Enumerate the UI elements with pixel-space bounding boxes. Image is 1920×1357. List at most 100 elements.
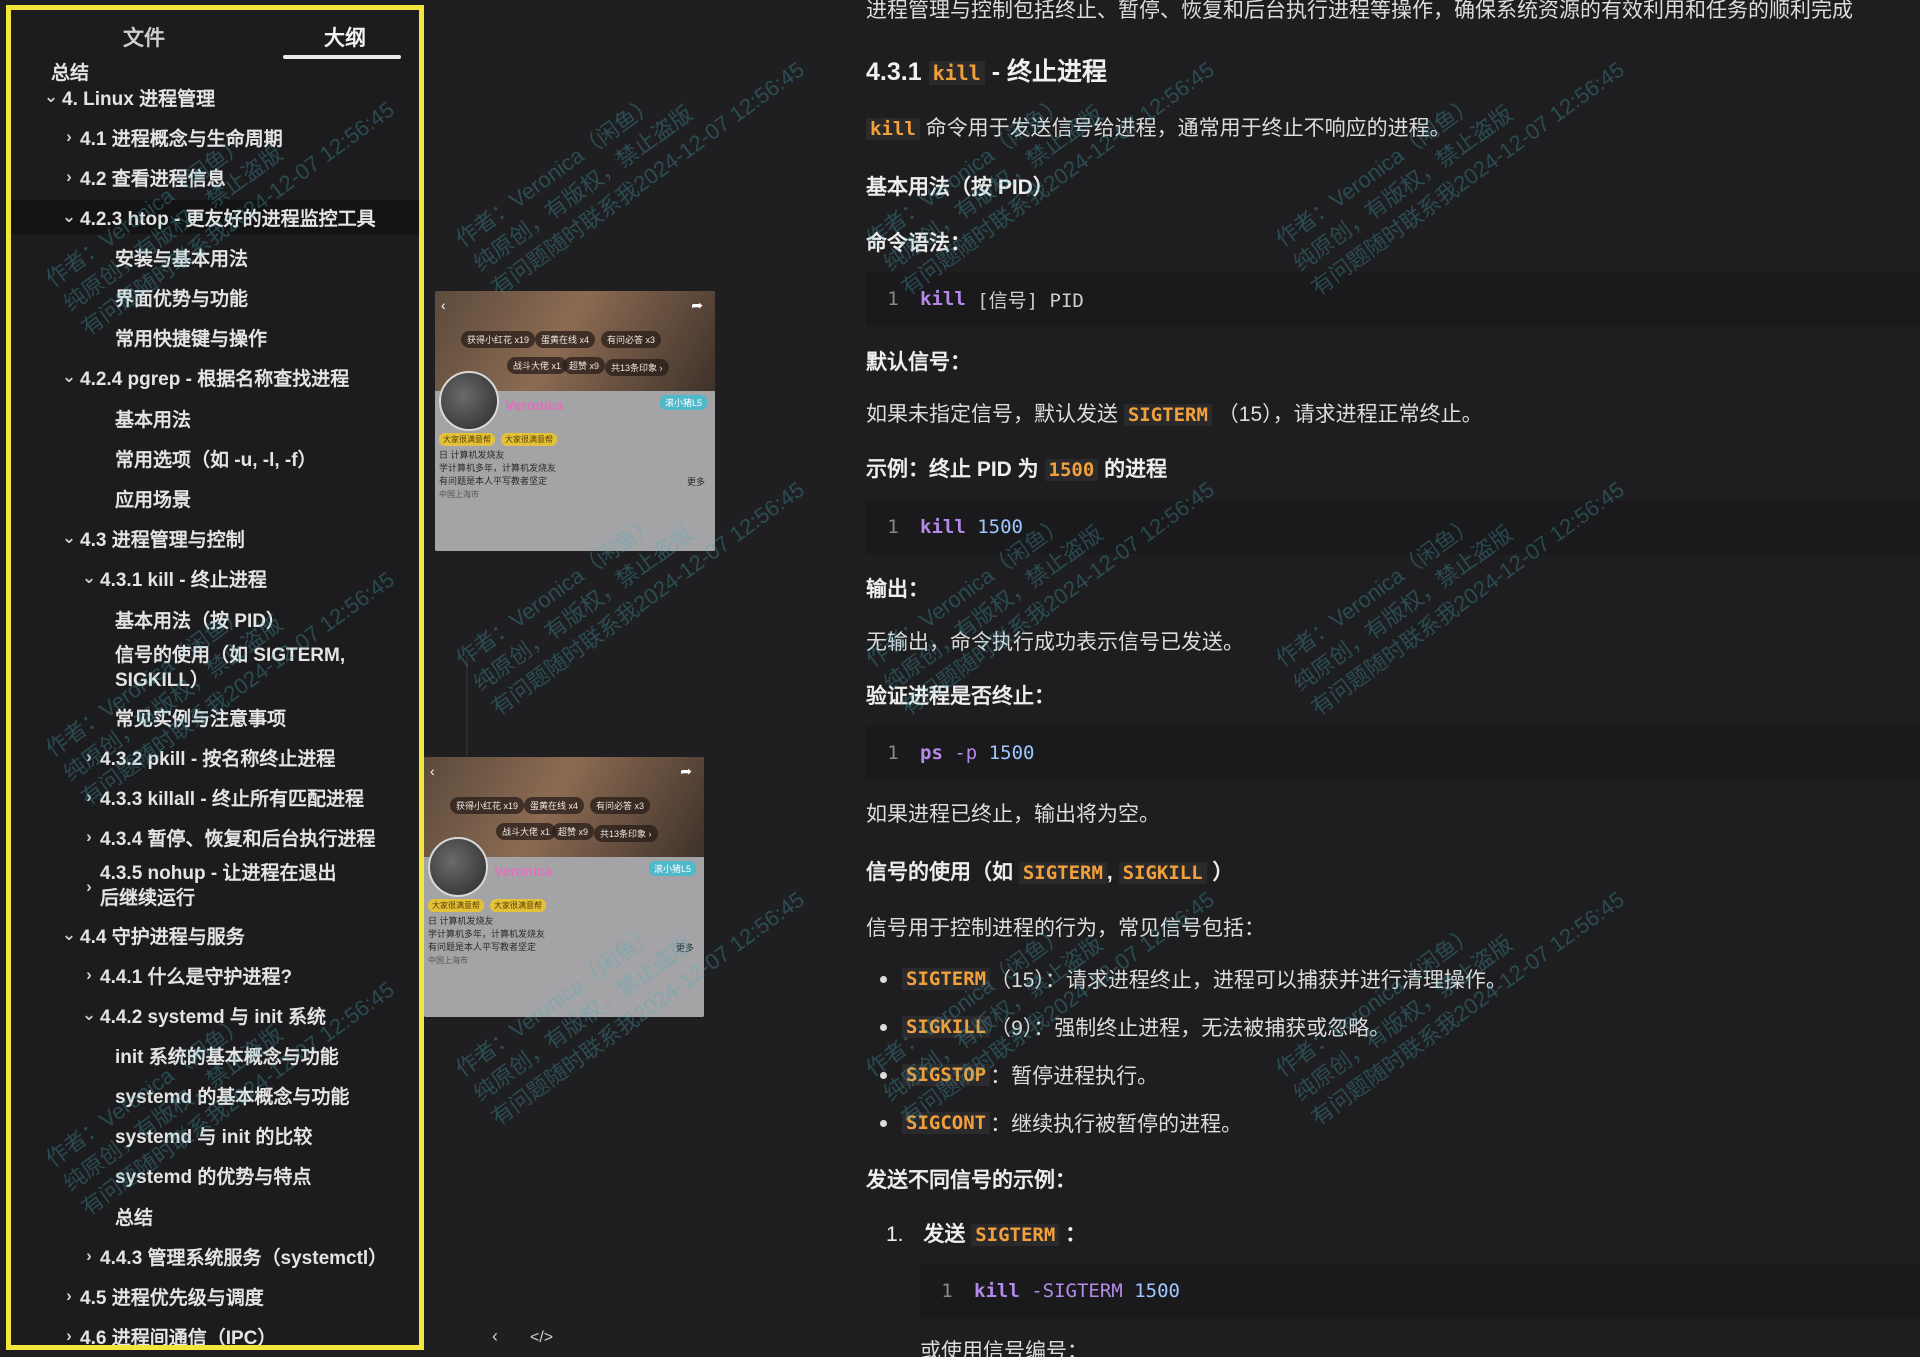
chevron-right-icon[interactable]: › <box>81 874 97 899</box>
chevron-right-icon[interactable]: › <box>81 787 97 807</box>
outline-item[interactable]: 界面优势与功能 <box>11 280 419 314</box>
outline-item[interactable]: › 4.4.1 什么是守护进程? <box>11 958 419 992</box>
outline-item[interactable]: systemd 与 init 的比较 <box>11 1118 419 1152</box>
share-icon[interactable]: ➦ <box>691 297 703 314</box>
subheading-example: 示例：终止 PID 为 1500 的进程 <box>866 453 1167 483</box>
outline-item[interactable]: ⌄ 4. Linux 进程管理 <box>11 80 419 114</box>
outline-item[interactable]: › 4.3.4 暂停、恢复和后台执行进程 <box>11 820 419 854</box>
chevron-right-icon[interactable]: › <box>61 1326 77 1345</box>
card-badge: 超赞 x9 <box>563 357 606 374</box>
paragraph-text: 如果未指定信号，默认发送 <box>866 403 1118 426</box>
code-block[interactable]: 1 kill 1500 <box>866 500 1920 554</box>
card-tag: 大家很满意帮 <box>490 899 546 912</box>
code-command: kill <box>920 516 966 538</box>
outline-item[interactable]: init 系统的基本概念与功能 <box>11 1038 419 1072</box>
outline-item[interactable]: › 4.2 查看进程信息 <box>11 160 419 194</box>
avatar[interactable] <box>428 837 488 897</box>
code-block[interactable]: 1 kill -SIGTERM 1500 <box>920 1264 1920 1318</box>
document-content: 进程管理与控制包括终止、暂停、恢复和后台执行进程等操作，确保系统资源的有效利用和… <box>866 0 1920 1357</box>
line-number: 1 <box>941 1280 953 1302</box>
profile-card[interactable]: ‹ ➦ 获得小红花 x19 蛋黄在线 x4 有问必答 x3 战斗大佬 x1 超赞 x9 共13… <box>424 757 704 1017</box>
chevron-down-icon[interactable]: ⌄ <box>61 528 77 548</box>
inline-code: SIGTERM <box>1123 404 1212 426</box>
card-tag: 大家很满意帮 <box>501 433 557 446</box>
code-args: 1500 <box>977 516 1023 538</box>
profile-card[interactable]: ‹ ➦ 获得小红花 x19 蛋黄在线 x4 有问必答 x3 战斗大佬 x1 超赞 x9 共13… <box>435 291 715 551</box>
chevron-down-icon[interactable]: ⌄ <box>61 925 77 945</box>
outline-item[interactable]: › 4.3.2 pkill - 按名称终止进程 <box>11 740 419 774</box>
chevron-down-icon[interactable]: ⌄ <box>43 87 59 107</box>
outline-item-label: systemd 的优势与特点 <box>115 1166 312 1188</box>
section-heading: 4.3.1 kill - 终止进程 <box>866 52 1107 88</box>
chevron-right-icon[interactable]: › <box>61 127 77 147</box>
paragraph: 如果进程已终止，输出将为空。 <box>866 803 1160 826</box>
outline-item[interactable]: 基本用法 <box>11 401 419 435</box>
heading-text: 信号的使用（如 <box>866 861 1013 884</box>
prev-icon[interactable]: ‹ <box>492 1326 498 1347</box>
chevron-right-icon[interactable]: › <box>61 1286 77 1306</box>
subheading-default-signal: 默认信号： <box>866 351 971 374</box>
chevron-right-icon[interactable]: › <box>61 167 77 187</box>
inline-code: SIGTERM <box>902 968 991 990</box>
list-number: 1. <box>886 1223 904 1246</box>
outline-item-label: 信号的使用（如 SIGTERM, SIGKILL） <box>115 645 346 691</box>
back-icon[interactable]: ‹ <box>441 297 446 313</box>
back-icon[interactable]: ‹ <box>430 763 435 779</box>
outline-item[interactable]: 安装与基本用法 <box>11 240 419 274</box>
outline-item[interactable]: › 4.3.3 killall - 终止所有匹配进程 <box>11 780 419 814</box>
outline-item-label: 4.4.1 什么是守护进程? <box>100 966 293 988</box>
outline-item[interactable]: 基本用法（按 PID） <box>11 602 419 636</box>
outline-item[interactable]: ⌄ 4.2.3 htop - 更友好的进程监控工具 <box>11 200 419 234</box>
outline-item[interactable]: 常用选项（如 -u, -l, -f） <box>11 441 419 475</box>
tab-files[interactable]: 文件 <box>123 22 165 52</box>
outline-item[interactable]: › 4.3.5 nohup - 让进程在退出后继续运行 <box>11 860 419 912</box>
outline-item[interactable]: ⌄ 4.2.4 pgrep - 根据名称查找进程 <box>11 360 419 394</box>
more-link[interactable]: 更多 <box>687 475 705 488</box>
outline-item[interactable]: 常见实例与注意事项 <box>11 700 419 734</box>
chevron-right-icon[interactable]: › <box>81 747 97 767</box>
outline-item[interactable]: systemd 的优势与特点 <box>11 1158 419 1192</box>
code-block[interactable]: 1 kill [信号] PID <box>866 272 1920 326</box>
outline-item[interactable]: 常用快捷键与操作 <box>11 320 419 354</box>
list-item: SIGSTOP ：暂停进程执行。 <box>880 1051 1507 1099</box>
share-icon[interactable]: ➦ <box>680 763 692 780</box>
card-location: 中国上海市 <box>428 956 468 965</box>
chevron-down-icon[interactable]: ⌄ <box>61 367 77 387</box>
heading-code: kill <box>928 61 985 85</box>
avatar[interactable] <box>439 371 499 431</box>
card-badge: 超赞 x9 <box>552 823 595 840</box>
heading-text: , <box>1106 861 1113 884</box>
chevron-down-icon[interactable]: ⌄ <box>81 1005 97 1025</box>
code-command: kill <box>920 288 966 310</box>
outline-item[interactable]: › 4.5 进程优先级与调度 <box>11 1279 419 1313</box>
outline-item[interactable]: ⌄ 4.3 进程管理与控制 <box>11 521 419 555</box>
outline-item[interactable]: ⌄ 4.4.2 systemd 与 init 系统 <box>11 998 419 1032</box>
outline-item[interactable]: › 4.1 进程概念与生命周期 <box>11 120 419 154</box>
chevron-right-icon[interactable]: › <box>81 827 97 847</box>
card-badge: 蛋黄在线 x4 <box>524 797 585 814</box>
more-link[interactable]: 更多 <box>676 941 694 954</box>
card-tag: 大家很满意帮 <box>428 899 484 912</box>
chevron-down-icon[interactable]: ⌄ <box>81 568 97 588</box>
chevron-right-icon[interactable]: › <box>81 1246 97 1266</box>
outline-item[interactable]: systemd 的基本概念与功能 <box>11 1078 419 1112</box>
outline-item[interactable]: › 4.6 进程间通信（IPC） <box>11 1319 419 1345</box>
tab-outline[interactable]: 大纲 <box>324 22 366 52</box>
heading-number: 4.3.1 <box>866 58 922 86</box>
inline-code: SIGTERM <box>1018 862 1107 884</box>
outline-item-label: 4. Linux 进程管理 <box>62 88 216 110</box>
outline-item[interactable]: 应用场景 <box>11 481 419 515</box>
chevron-right-icon[interactable]: › <box>81 965 97 985</box>
outline-item-label: 4.4.2 systemd 与 init 系统 <box>100 1006 326 1028</box>
outline-item[interactable]: 总结 <box>11 1199 419 1233</box>
chevron-down-icon[interactable]: ⌄ <box>61 207 77 227</box>
outline-item-label: 总结 <box>115 1207 154 1229</box>
outline-item-label: 4.2 查看进程信息 <box>80 168 226 190</box>
code-view-icon[interactable]: </> <box>530 1329 553 1347</box>
outline-item[interactable]: ⌄ 4.3.1 kill - 终止进程 <box>11 561 419 595</box>
outline-item[interactable]: › 4.4.3 管理系统服务（systemctl） <box>11 1239 419 1273</box>
outline-item[interactable]: ⌄ 4.4 守护进程与服务 <box>11 918 419 952</box>
card-desc-line: 学计算机多年，计算机发烧友 <box>428 929 546 939</box>
outline-item[interactable]: 信号的使用（如 SIGTERM, SIGKILL） <box>11 642 419 694</box>
code-block[interactable]: 1 ps -p 1500 <box>866 726 1920 780</box>
